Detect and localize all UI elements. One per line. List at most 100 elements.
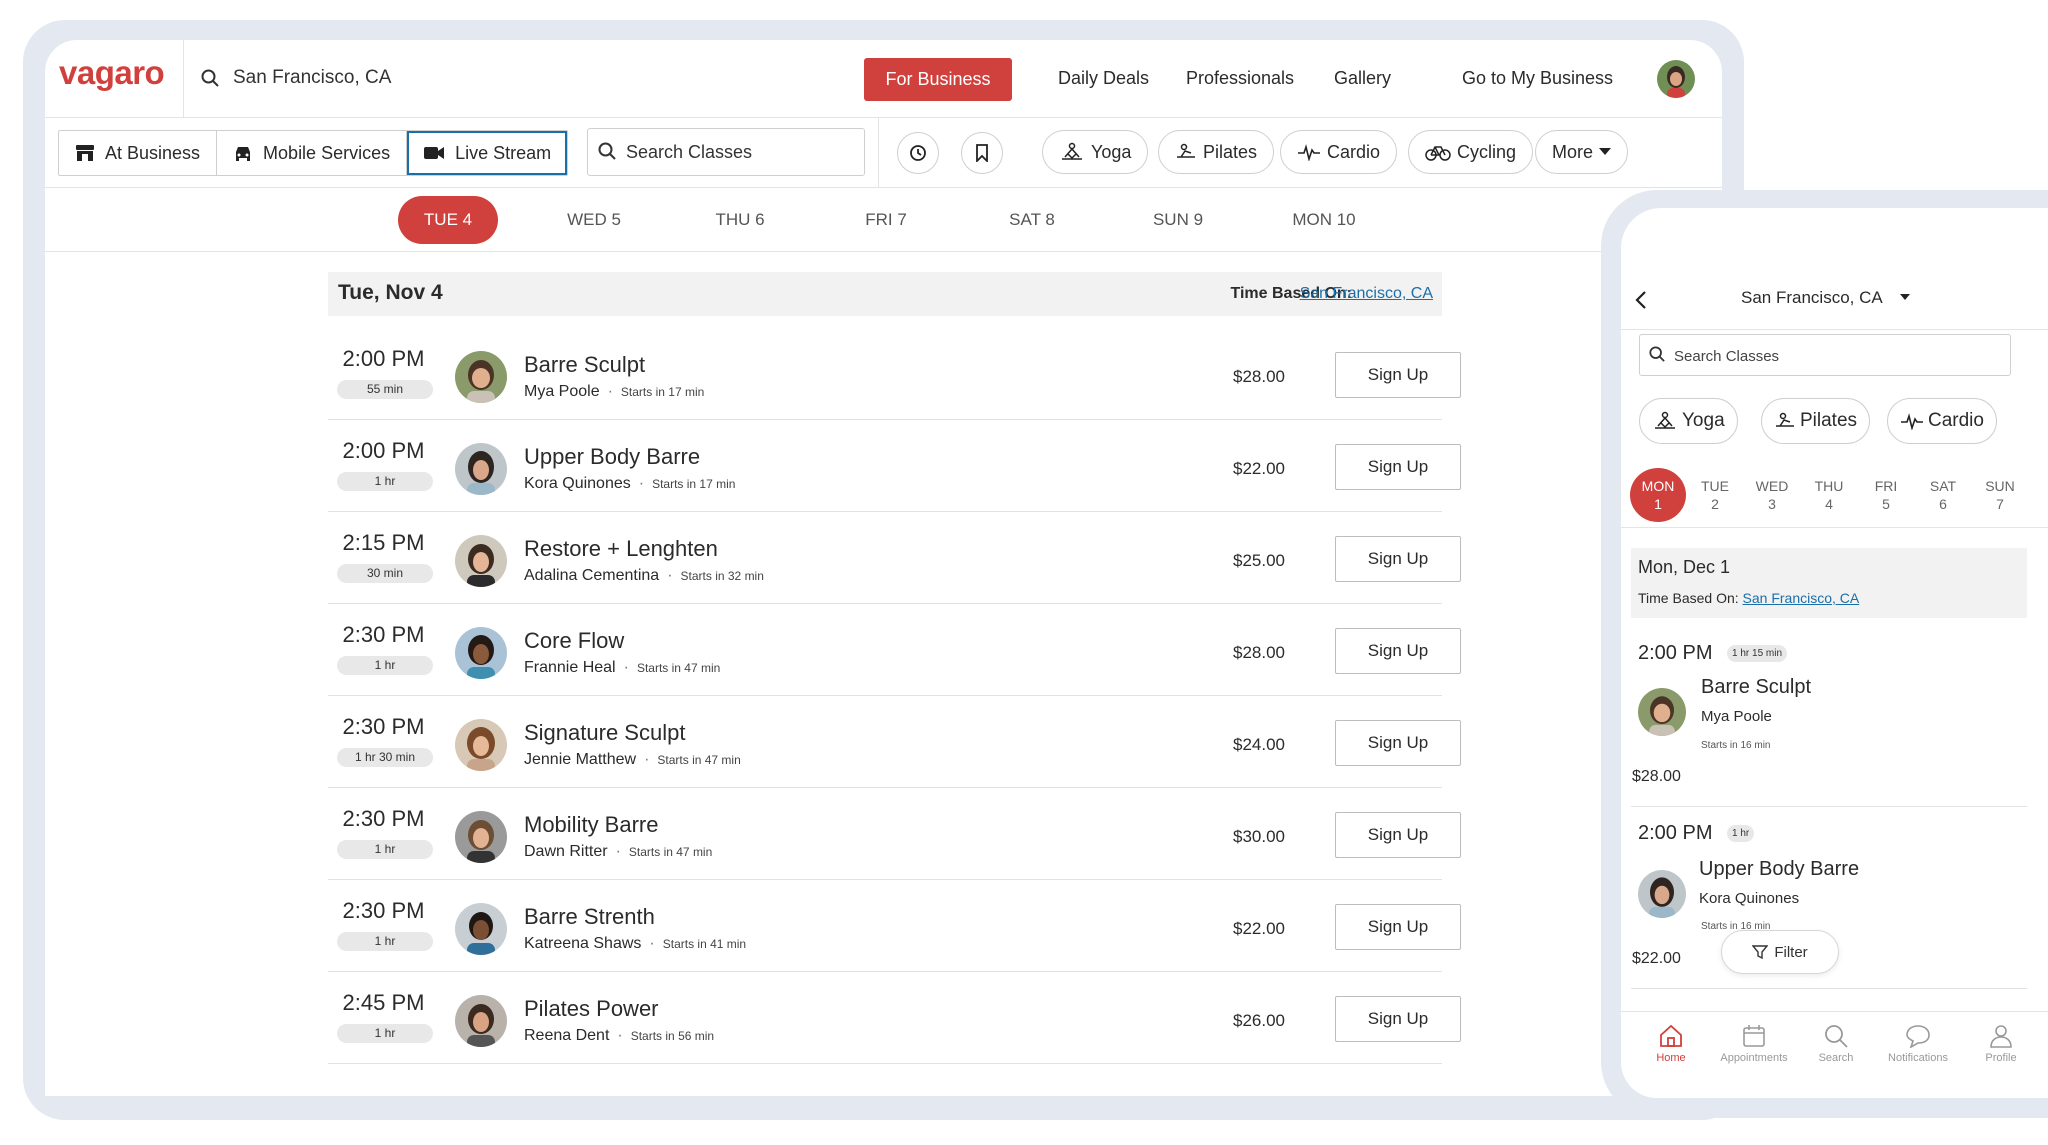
vagaro-logo[interactable]: vagaro bbox=[59, 54, 165, 92]
instructor-name[interactable]: Katreena Shaws bbox=[524, 935, 641, 952]
mobile-day-tab[interactable]: THU 4 bbox=[1801, 468, 1857, 522]
day-of-week: THU bbox=[1814, 478, 1844, 494]
sign-up-button[interactable]: Sign Up bbox=[1335, 720, 1461, 766]
category-cycling[interactable]: Cycling bbox=[1408, 130, 1534, 174]
date-tab[interactable]: SUN 9 bbox=[1128, 196, 1228, 244]
date-tab[interactable]: FRI 7 bbox=[836, 196, 936, 244]
date-tab[interactable]: TUE 4 bbox=[398, 196, 498, 244]
tab-home[interactable]: Home bbox=[1631, 1024, 1711, 1064]
tab-notifications[interactable]: Notifications bbox=[1878, 1024, 1958, 1064]
tab-search[interactable]: Search bbox=[1796, 1024, 1876, 1064]
class-row[interactable]: 2:30 PM 1 hr Barre Strenth Katreena Shaw… bbox=[328, 880, 1461, 972]
class-meta: Dawn Ritter · Starts in 47 min bbox=[524, 843, 712, 861]
time-zone-link[interactable]: San Francisco, CA bbox=[1743, 590, 1860, 606]
mobile-day-tab[interactable]: TUE 2 bbox=[1687, 468, 1743, 522]
class-name[interactable]: Barre Strenth bbox=[524, 904, 655, 930]
class-row[interactable]: 2:00 PM 55 min Barre Sculpt Mya Poole · St… bbox=[328, 328, 1461, 420]
location-selector[interactable]: San Francisco, CA bbox=[1741, 288, 1883, 308]
class-name[interactable]: Barre Sculpt bbox=[1701, 676, 1811, 699]
tab-profile[interactable]: Profile bbox=[1961, 1024, 2041, 1064]
class-row[interactable]: 2:30 PM 1 hr Core Flow Frannie Heal · Star… bbox=[328, 604, 1461, 696]
class-name[interactable]: Core Flow bbox=[524, 628, 624, 654]
time-zone-link[interactable]: San Francisco, CA bbox=[1300, 285, 1433, 303]
sign-up-button[interactable]: Sign Up bbox=[1335, 904, 1461, 950]
date-tab[interactable]: MON 10 bbox=[1274, 196, 1374, 244]
class-row[interactable]: 2:30 PM 1 hr 30 min Signature Sculpt Jen… bbox=[328, 696, 1461, 788]
instructor-name[interactable]: Frannie Heal bbox=[524, 659, 616, 676]
class-row[interactable]: 2:45 PM 1 hr Pilates Power Reena Dent · St… bbox=[328, 972, 1461, 1064]
separator-dot: · bbox=[623, 659, 629, 676]
saved-filter-button[interactable] bbox=[961, 132, 1003, 174]
sign-up-button[interactable]: Sign Up bbox=[1335, 536, 1461, 582]
starts-in: Starts in 56 min bbox=[630, 1029, 715, 1043]
class-name[interactable]: Upper Body Barre bbox=[524, 444, 700, 470]
mobile-category-yoga[interactable]: Yoga bbox=[1639, 398, 1738, 444]
user-avatar[interactable] bbox=[1657, 60, 1695, 98]
nav-gallery[interactable]: Gallery bbox=[1334, 68, 1391, 89]
class-name[interactable]: Mobility Barre bbox=[524, 812, 658, 838]
search-classes-input[interactable] bbox=[624, 139, 854, 165]
class-name[interactable]: Restore + Lenghten bbox=[524, 536, 718, 562]
mode-live-stream[interactable]: Live Stream bbox=[407, 131, 568, 175]
for-business-button[interactable]: For Business bbox=[864, 58, 1012, 101]
starts-in: Starts in 32 min bbox=[680, 569, 764, 583]
sign-up-button[interactable]: Sign Up bbox=[1335, 812, 1461, 858]
tab-appointments[interactable]: Appointments bbox=[1714, 1024, 1794, 1064]
duration-badge: 1 hr bbox=[337, 656, 433, 675]
instructor-name[interactable]: Kora Quinones bbox=[524, 475, 631, 492]
class-name[interactable]: Signature Sculpt bbox=[524, 720, 685, 746]
day-title: Tue, Nov 4 bbox=[338, 281, 443, 304]
class-row[interactable]: 2:00 PM 1 hr Upper Body Barre Kora Quino… bbox=[328, 420, 1461, 512]
class-meta: Kora Quinones · Starts in 17 min bbox=[524, 475, 735, 493]
mobile-day-tab[interactable]: SUN 7 bbox=[1972, 468, 2028, 522]
mobile-category-pilates[interactable]: Pilates bbox=[1761, 398, 1871, 444]
sign-up-button[interactable]: Sign Up bbox=[1335, 444, 1461, 490]
category-more-dropdown[interactable]: More bbox=[1535, 130, 1629, 174]
category-yoga[interactable]: Yoga bbox=[1042, 130, 1149, 174]
mode-at-business[interactable]: At Business bbox=[59, 131, 218, 175]
nav-go-to-my-business[interactable]: Go to My Business bbox=[1462, 68, 1613, 89]
nav-professionals[interactable]: Professionals bbox=[1186, 68, 1294, 89]
filter-button[interactable]: Filter bbox=[1721, 930, 1839, 974]
mobile-day-tab[interactable]: SAT 6 bbox=[1915, 468, 1971, 522]
category-cardio[interactable]: Cardio bbox=[1280, 130, 1398, 174]
nav-daily-deals[interactable]: Daily Deals bbox=[1058, 68, 1149, 89]
instructor-name[interactable]: Mya Poole bbox=[1701, 708, 1772, 725]
class-meta: Frannie Heal · Starts in 47 min bbox=[524, 659, 720, 677]
mobile-day-selector: MON 1 TUE 2 WED 3 THU 4 FRI 5 SAT 6 SUN 7 bbox=[1621, 460, 2048, 528]
instructor-name[interactable]: Dawn Ritter bbox=[524, 843, 608, 860]
class-name[interactable]: Barre Sculpt bbox=[524, 352, 645, 378]
filter-funnel-icon bbox=[1752, 944, 1769, 960]
instructor-avatar bbox=[455, 535, 507, 587]
starts-in: Starts in 47 min bbox=[657, 753, 741, 767]
mobile-day-tab[interactable]: WED 3 bbox=[1744, 468, 1800, 522]
class-row[interactable]: 2:30 PM 1 hr Mobility Barre Dawn Ritter ·… bbox=[328, 788, 1461, 880]
mobile-search-input[interactable] bbox=[1672, 345, 1992, 367]
time-filter-button[interactable] bbox=[897, 132, 939, 174]
mobile-search-field bbox=[1639, 334, 2011, 376]
date-tab[interactable]: THU 6 bbox=[690, 196, 790, 244]
mode-label: At Business bbox=[105, 142, 201, 163]
date-tab[interactable]: SAT 8 bbox=[982, 196, 1082, 244]
class-name[interactable]: Upper Body Barre bbox=[1699, 858, 1859, 881]
mobile-category-cardio[interactable]: Cardio bbox=[1887, 398, 1997, 444]
instructor-name[interactable]: Kora Quinones bbox=[1699, 890, 1799, 907]
mobile-tab-bar: Home Appointments Search Notifications P… bbox=[1621, 1011, 2048, 1098]
location-search-field[interactable]: San Francisco, CA bbox=[233, 67, 391, 89]
category-pilates[interactable]: Pilates bbox=[1158, 130, 1275, 174]
mobile-day-tab[interactable]: FRI 5 bbox=[1858, 468, 1914, 522]
mode-mobile-services[interactable]: Mobile Services bbox=[217, 131, 408, 175]
instructor-name[interactable]: Reena Dent bbox=[524, 1027, 609, 1044]
instructor-name[interactable]: Jennie Matthew bbox=[524, 751, 636, 768]
sign-up-button[interactable]: Sign Up bbox=[1335, 996, 1461, 1042]
instructor-name[interactable]: Adalina Cementina bbox=[524, 567, 659, 584]
date-tab[interactable]: WED 5 bbox=[544, 196, 644, 244]
back-arrow-icon[interactable] bbox=[1635, 290, 1647, 310]
sign-up-button[interactable]: Sign Up bbox=[1335, 628, 1461, 674]
sign-up-button[interactable]: Sign Up bbox=[1335, 352, 1461, 398]
mobile-day-tab[interactable]: MON 1 bbox=[1630, 468, 1686, 522]
caret-down-icon[interactable] bbox=[1900, 294, 1910, 301]
class-name[interactable]: Pilates Power bbox=[524, 996, 659, 1022]
class-row[interactable]: 2:15 PM 30 min Restore + Lenghten Adalin… bbox=[328, 512, 1461, 604]
instructor-name[interactable]: Mya Poole bbox=[524, 383, 600, 400]
